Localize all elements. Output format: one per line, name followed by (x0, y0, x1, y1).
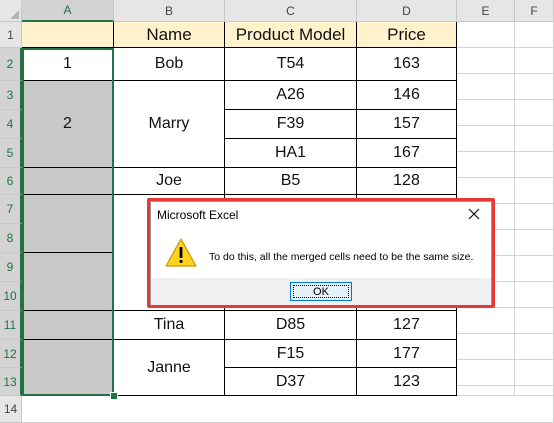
cell-a3-merged[interactable]: 2 (22, 81, 114, 168)
row-header-3[interactable]: 3 (0, 81, 22, 110)
row-header-14[interactable]: 14 (0, 396, 22, 423)
cell-price-167[interactable]: 167 (357, 139, 457, 168)
cell-name-bob[interactable]: Bob (114, 48, 225, 81)
select-all-corner[interactable] (0, 0, 22, 22)
close-icon[interactable] (465, 205, 483, 223)
cell-price-127[interactable]: 127 (357, 311, 457, 340)
dialog-title-bar[interactable]: Microsoft Excel (151, 202, 491, 228)
cell-model-a26[interactable]: A26 (225, 81, 357, 110)
cell-a12-merged[interactable] (22, 340, 114, 396)
cell-name-tina[interactable]: Tina (114, 311, 225, 340)
cell-a7-merged[interactable] (22, 195, 114, 253)
row-header-7[interactable]: 7 (0, 195, 22, 224)
cell-price-157[interactable]: 157 (357, 110, 457, 139)
empty-column-f[interactable] (515, 22, 554, 396)
column-header-b[interactable]: B (114, 0, 225, 22)
cell-a11[interactable] (22, 311, 114, 340)
empty-row-14[interactable] (22, 396, 554, 423)
row-header-1[interactable]: 1 (0, 22, 22, 48)
column-header-c[interactable]: C (225, 0, 357, 22)
column-header-a[interactable]: A (22, 0, 114, 22)
error-dialog: Microsoft Excel To do this, all the merg… (150, 201, 492, 305)
row-header-6[interactable]: 6 (0, 168, 22, 195)
dialog-title: Microsoft Excel (157, 208, 239, 222)
cell-name-janne[interactable]: Janne (114, 340, 225, 396)
cell-price-146[interactable]: 146 (357, 81, 457, 110)
row-header-12[interactable]: 12 (0, 340, 22, 368)
cell-price-128[interactable]: 128 (357, 168, 457, 195)
row-header-2[interactable]: 2 (0, 48, 22, 81)
cell-model-t54[interactable]: T54 (225, 48, 357, 81)
cell-a6[interactable] (22, 168, 114, 195)
dialog-body: To do this, all the merged cells need to… (151, 228, 491, 278)
cell-name-marry[interactable]: Marry (114, 81, 225, 168)
cell-a2[interactable]: 1 (22, 48, 114, 81)
column-header-e[interactable]: E (457, 0, 515, 22)
row-header-11[interactable]: 11 (0, 311, 22, 340)
cell-model-ha1[interactable]: HA1 (225, 139, 357, 168)
header-price[interactable]: Price (357, 22, 457, 48)
cell-model-f39[interactable]: F39 (225, 110, 357, 139)
focus-ring (293, 285, 349, 298)
cell-model-d37[interactable]: D37 (225, 368, 357, 396)
cell-a9-merged[interactable] (22, 253, 114, 311)
cell-model-f15[interactable]: F15 (225, 340, 357, 368)
cell-a1[interactable] (22, 22, 114, 48)
cell-price-177[interactable]: 177 (357, 340, 457, 368)
dialog-footer: OK (151, 278, 491, 305)
row-header-4[interactable]: 4 (0, 110, 22, 139)
dialog-message: To do this, all the merged cells need to… (209, 251, 474, 263)
cell-name-joe[interactable]: Joe (114, 168, 225, 195)
header-product-model[interactable]: Product Model (225, 22, 357, 48)
fill-handle[interactable] (110, 392, 118, 400)
row-header-13[interactable]: 13 (0, 368, 22, 396)
cell-model-b5[interactable]: B5 (225, 168, 357, 195)
row-header-10[interactable]: 10 (0, 282, 22, 311)
row-header-9[interactable]: 9 (0, 253, 22, 282)
cell-price-123[interactable]: 123 (357, 368, 457, 396)
cell-model-d85[interactable]: D85 (225, 311, 357, 340)
row-header-8[interactable]: 8 (0, 224, 22, 253)
ok-button[interactable]: OK (290, 282, 352, 301)
column-header-d[interactable]: D (357, 0, 457, 22)
cell-price-163[interactable]: 163 (357, 48, 457, 81)
header-name[interactable]: Name (114, 22, 225, 48)
row-header-5[interactable]: 5 (0, 139, 22, 168)
warning-icon (165, 238, 197, 267)
column-header-f[interactable]: F (515, 0, 554, 22)
